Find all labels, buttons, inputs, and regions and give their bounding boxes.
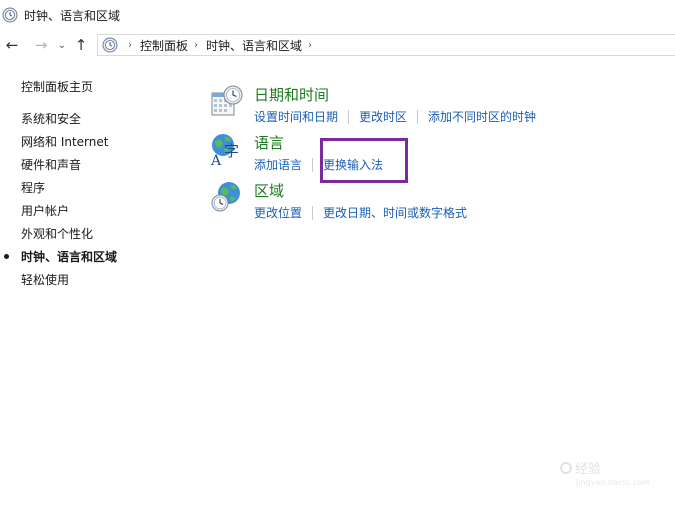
watermark-logo-icon [560, 462, 572, 474]
link-divider [348, 109, 350, 124]
link-add-language[interactable]: 添加语言 [254, 156, 302, 173]
watermark: 经验 jingyan.baidu.com [560, 458, 650, 487]
watermark-text: 经验 [575, 462, 602, 477]
link-set-time-date[interactable]: 设置时间和日期 [254, 108, 338, 125]
sidebar-item-label: 时钟、语言和区域 [21, 250, 118, 264]
navigation-bar: ← → ⌄ ↑ › 控制面板 › 时钟、语言和区域 › [0, 33, 675, 57]
language-globe-icon: 字 A [210, 134, 239, 166]
link-divider [312, 157, 314, 172]
sidebar-item-appearance[interactable]: 外观和个性化 [0, 226, 180, 249]
link-divider [312, 205, 314, 220]
breadcrumb-control-panel[interactable]: 控制面板 [140, 37, 188, 54]
annotation-highlight-box [320, 138, 408, 183]
link-change-location[interactable]: 更改位置 [254, 204, 302, 221]
category-title-language[interactable]: 语言 [254, 132, 284, 153]
calendar-clock-icon [211, 85, 243, 116]
watermark-subtext: jingyan.baidu.com [576, 478, 650, 487]
chevron-right-icon[interactable]: › [194, 40, 198, 51]
address-bar[interactable]: › 控制面板 › 时钟、语言和区域 › [97, 34, 675, 56]
sidebar-item-hardware-sound[interactable]: 硬件和声音 [0, 157, 180, 180]
control-panel-clock-icon [2, 7, 18, 23]
title-bar: 时钟、语言和区域 [0, 0, 675, 30]
category-links: 设置时间和日期 更改时区 添加不同时区的时钟 [254, 108, 536, 125]
back-arrow-icon[interactable]: ← [2, 35, 22, 55]
chevron-down-icon[interactable]: ⌄ [55, 35, 69, 55]
control-panel-icon [102, 37, 118, 53]
sidebar-item-network-internet[interactable]: 网络和 Internet [0, 134, 180, 157]
sidebar-item-programs[interactable]: 程序 [0, 180, 180, 203]
svg-text:字: 字 [224, 142, 239, 160]
link-add-clocks[interactable]: 添加不同时区的时钟 [428, 108, 536, 125]
link-divider [417, 109, 419, 124]
sidebar-item-system-security[interactable]: 系统和安全 [0, 111, 180, 134]
region-globe-icon [211, 182, 240, 212]
sidebar-item-ease-of-access[interactable]: 轻松使用 [0, 272, 180, 295]
breadcrumb-clock-language-region[interactable]: 时钟、语言和区域 [206, 37, 302, 54]
chevron-right-icon[interactable]: › [128, 40, 132, 51]
category-links: 更改位置 更改日期、时间或数字格式 [254, 204, 467, 221]
sidebar-item-clock-language-region[interactable]: 时钟、语言和区域 [0, 249, 180, 272]
sidebar-item-user-accounts[interactable]: 用户帐户 [0, 203, 180, 226]
sidebar-home-link[interactable]: 控制面板主页 [21, 78, 93, 95]
link-change-formats[interactable]: 更改日期、时间或数字格式 [323, 204, 467, 221]
forward-arrow-icon[interactable]: → [31, 35, 51, 55]
sidebar-list: 系统和安全 网络和 Internet 硬件和声音 程序 用户帐户 外观和个性化 … [0, 111, 180, 295]
category-title-date-time[interactable]: 日期和时间 [254, 84, 329, 105]
link-change-time-zone[interactable]: 更改时区 [359, 108, 407, 125]
category-title-region[interactable]: 区域 [254, 180, 284, 201]
svg-text:A: A [210, 153, 222, 166]
window-title: 时钟、语言和区域 [24, 8, 121, 23]
up-arrow-icon[interactable]: ↑ [71, 35, 91, 55]
active-bullet-icon [4, 254, 9, 259]
chevron-right-icon[interactable]: › [308, 40, 312, 51]
